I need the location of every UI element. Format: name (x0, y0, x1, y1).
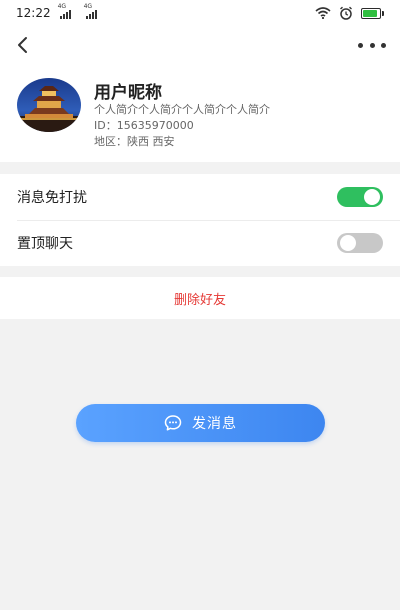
alarm-icon (340, 6, 352, 20)
bio-text: 个人简介个人简介个人简介个人简介 (94, 103, 270, 116)
delete-friend-button[interactable]: 删除好友 (174, 289, 226, 308)
signal-icon-sim1: 4G (58, 3, 71, 19)
more-dots-icon[interactable] (358, 34, 386, 56)
send-message-label: 发消息 (192, 416, 237, 432)
network-type-label: 4G (83, 3, 93, 10)
status-time: 12:22 (16, 6, 51, 20)
status-bar: 12:22 4G 4G (0, 0, 400, 26)
pin-toggle[interactable] (337, 233, 383, 253)
avatar[interactable] (17, 78, 81, 132)
send-message-button[interactable]: 发消息 (76, 404, 325, 442)
setting-row-mute: 消息免打扰 (0, 174, 400, 220)
pin-label: 置顶聊天 (17, 236, 73, 252)
delete-friend-row: 删除好友 (0, 277, 400, 319)
mute-toggle[interactable] (337, 187, 383, 207)
battery-icon (361, 7, 384, 19)
mute-label: 消息免打扰 (17, 190, 87, 206)
chat-bubble-icon (164, 415, 182, 431)
wifi-icon (315, 7, 331, 19)
nickname: 用户昵称 (94, 83, 162, 103)
network-type-label: 4G (57, 3, 67, 10)
user-id-text: ID：15635970000 (94, 119, 194, 132)
nav-bar (0, 26, 400, 66)
signal-icon-sim2: 4G (84, 3, 97, 19)
region-text: 地区：陕西 西安 (94, 135, 175, 148)
settings-list: 消息免打扰 置顶聊天 (0, 174, 400, 266)
setting-row-pin: 置顶聊天 (0, 220, 400, 266)
chevron-left-icon[interactable] (12, 34, 34, 56)
profile-card: 用户昵称 个人简介个人简介个人简介个人简介 ID：15635970000 地区：… (0, 66, 400, 162)
